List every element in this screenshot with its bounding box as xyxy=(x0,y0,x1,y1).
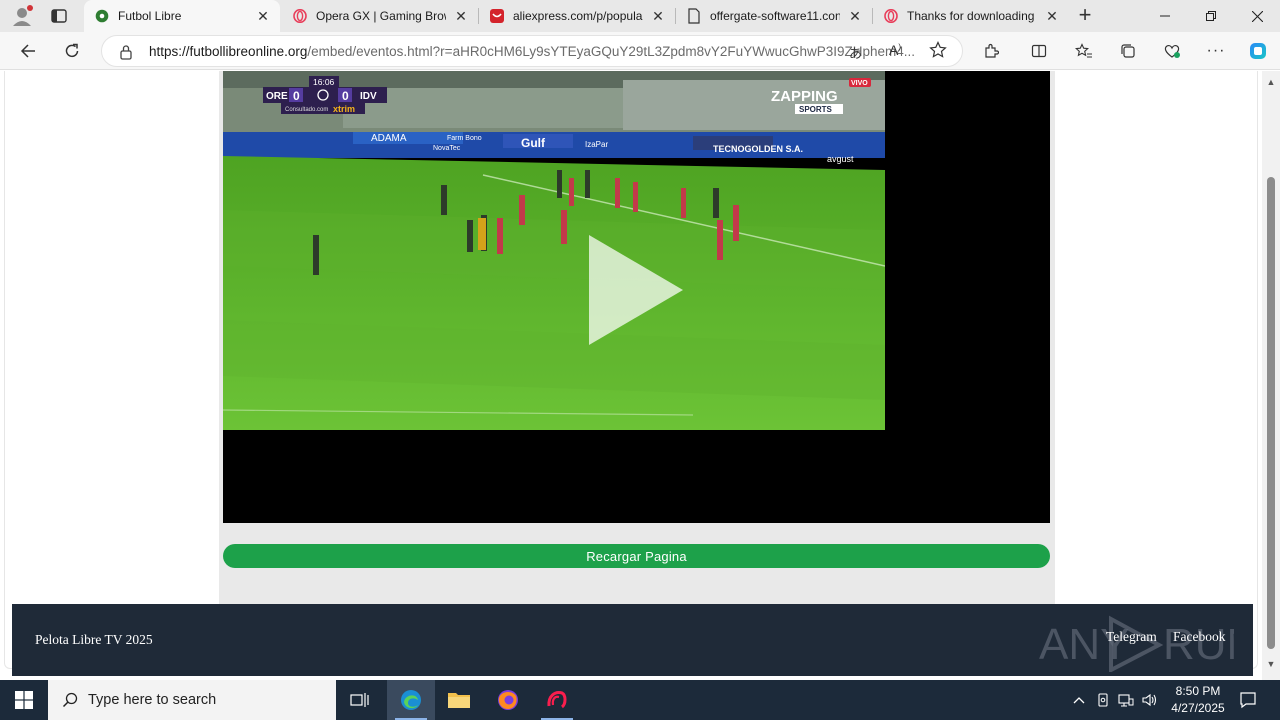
copilot-icon[interactable] xyxy=(1242,35,1274,67)
scroll-up-icon[interactable]: ▲ xyxy=(1266,77,1276,87)
tab-title: Opera GX | Gaming Brow xyxy=(316,9,446,23)
opera-icon xyxy=(883,8,899,24)
away-team: IDV xyxy=(360,91,377,102)
channel-logo: ZAPPING xyxy=(771,88,838,105)
more-options-icon[interactable]: ··· xyxy=(1200,35,1232,67)
translate-icon[interactable]: あ xyxy=(849,43,867,61)
ad-board: Farm Bono xyxy=(447,135,482,142)
task-view-icon xyxy=(350,693,369,707)
clock-time: 8:50 PM xyxy=(1175,684,1221,698)
scroll-thumb[interactable] xyxy=(1267,177,1275,649)
close-tab-icon[interactable]: ✕ xyxy=(452,7,470,25)
collections-icon[interactable] xyxy=(1112,35,1144,67)
profile-avatar-icon[interactable] xyxy=(10,4,34,28)
refresh-icon[interactable] xyxy=(56,35,88,67)
minimize-icon[interactable] xyxy=(1142,0,1188,32)
close-window-icon[interactable] xyxy=(1234,0,1280,32)
tab-offergate[interactable]: offergate-software11.con ✕ xyxy=(676,0,872,32)
browser-essentials-icon[interactable] xyxy=(1156,35,1188,67)
close-tab-icon[interactable]: ✕ xyxy=(649,7,667,25)
sponsor-site: Consultado.com xyxy=(285,107,328,113)
taskbar-edge[interactable] xyxy=(387,680,435,720)
lock-icon[interactable] xyxy=(119,44,133,60)
ad-board: IzaPar xyxy=(585,140,608,149)
live-label: VIVO xyxy=(851,80,868,87)
ad-board: NovaTec xyxy=(433,145,461,152)
scroll-down-icon[interactable]: ▼ xyxy=(1266,659,1276,669)
away-score: 0 xyxy=(342,89,349,103)
close-tab-icon[interactable]: ✕ xyxy=(1043,7,1061,25)
home-team: ORE xyxy=(266,91,288,102)
favorites-icon[interactable] xyxy=(1068,35,1100,67)
browser-toolbar: https://futbollibreonline.org/embed/even… xyxy=(0,32,1280,70)
edge-icon xyxy=(401,690,421,710)
address-bar[interactable]: https://futbollibreonline.org/embed/even… xyxy=(101,35,963,67)
taskbar-clock[interactable]: 8:50 PM 4/27/2025 xyxy=(1160,683,1236,717)
page-viewport: ORE 0 0 IDV 16:06 Consultado.com xtrim V… xyxy=(0,71,1262,680)
url-path: /embed/eventos.html?r=aHR0cHM6Ly9sYTEyaG… xyxy=(307,44,915,59)
taskbar-file-explorer[interactable] xyxy=(435,680,483,720)
tab-actions-icon[interactable] xyxy=(50,7,68,25)
back-icon[interactable] xyxy=(12,35,44,67)
extensions-icon[interactable] xyxy=(975,35,1007,67)
match-scene: ORE 0 0 IDV 16:06 Consultado.com xtrim V… xyxy=(223,71,885,430)
footer-brand: Pelota Libre TV 2025 xyxy=(35,632,153,647)
url-host: https://futbollibreonline.org xyxy=(149,44,308,59)
aliexpress-icon xyxy=(489,8,505,24)
opera-icon xyxy=(292,8,308,24)
restore-icon[interactable] xyxy=(1188,0,1234,32)
volume-icon[interactable] xyxy=(1142,692,1158,708)
favorite-star-icon[interactable] xyxy=(929,41,947,59)
tab-opera-gx[interactable]: Opera GX | Gaming Brow ✕ xyxy=(282,0,478,32)
footer-link-facebook[interactable]: Facebook xyxy=(1173,629,1225,645)
search-icon xyxy=(62,692,78,708)
video-frame[interactable]: ORE 0 0 IDV 16:06 Consultado.com xtrim V… xyxy=(223,71,885,430)
search-placeholder: Type here to search xyxy=(88,692,217,708)
start-button[interactable] xyxy=(0,680,48,720)
task-view-button[interactable] xyxy=(336,680,384,720)
soccer-ball-icon xyxy=(94,8,110,24)
tab-aliexpress[interactable]: aliexpress.com/p/popula ✕ xyxy=(479,0,675,32)
close-tab-icon[interactable]: ✕ xyxy=(254,7,272,25)
show-hidden-icons[interactable] xyxy=(1071,692,1087,708)
new-tab-icon[interactable]: + xyxy=(1075,4,1095,26)
footer-link-telegram[interactable]: Telegram xyxy=(1106,629,1157,645)
url-text[interactable]: https://futbollibreonline.org/embed/even… xyxy=(149,44,915,59)
network-icon[interactable] xyxy=(1118,692,1134,708)
ad-board: ADAMA xyxy=(371,133,407,144)
vertical-scrollbar[interactable]: ▲ ▼ xyxy=(1262,71,1280,680)
tab-title: offergate-software11.con xyxy=(710,9,840,23)
tab-title: Thanks for downloading xyxy=(907,9,1035,23)
read-aloud-icon[interactable]: A) xyxy=(889,42,907,60)
notifications-icon[interactable] xyxy=(1239,691,1257,709)
ad-board: avgust xyxy=(827,154,854,164)
clock-date: 4/27/2025 xyxy=(1171,701,1225,715)
folder-icon xyxy=(448,693,470,708)
sponsor-logo: xtrim xyxy=(333,104,355,114)
windows-taskbar: Type here to search 8:50 PM 4/27/2025 xyxy=(0,680,1280,720)
tab-strip: Futbol Libre ✕ Opera GX | Gaming Brow ✕ … xyxy=(0,0,1280,32)
tab-title: Futbol Libre xyxy=(118,9,182,23)
taskbar-firefox[interactable] xyxy=(484,680,532,720)
split-screen-icon[interactable] xyxy=(1023,35,1055,67)
device-icon[interactable] xyxy=(1095,692,1111,708)
video-player[interactable]: ORE 0 0 IDV 16:06 Consultado.com xtrim V… xyxy=(223,71,1050,523)
page-footer: Pelota Libre TV 2025 ANY RUN Telegram Fa… xyxy=(12,604,1258,676)
home-score: 0 xyxy=(293,89,300,103)
taskbar-search[interactable]: Type here to search xyxy=(48,680,336,720)
match-clock: 16:06 xyxy=(313,77,335,87)
page-icon xyxy=(686,8,702,24)
close-tab-icon[interactable]: ✕ xyxy=(846,7,864,25)
taskbar-opera-gx[interactable] xyxy=(533,680,581,720)
tab-futbol-libre[interactable]: Futbol Libre ✕ xyxy=(84,0,280,32)
tab-title: aliexpress.com/p/popula xyxy=(513,9,643,23)
windows-logo-icon xyxy=(15,691,33,709)
opera-gx-icon xyxy=(547,691,567,709)
ad-board: Gulf xyxy=(521,136,546,150)
channel-sub: SPORTS xyxy=(799,105,833,114)
reload-page-button[interactable]: Recargar Pagina xyxy=(223,544,1050,568)
firefox-icon xyxy=(498,690,518,710)
tab-thanks-downloading[interactable]: Thanks for downloading ✕ xyxy=(873,0,1069,32)
ad-board: TECNOGOLDEN S.A. xyxy=(713,144,803,154)
